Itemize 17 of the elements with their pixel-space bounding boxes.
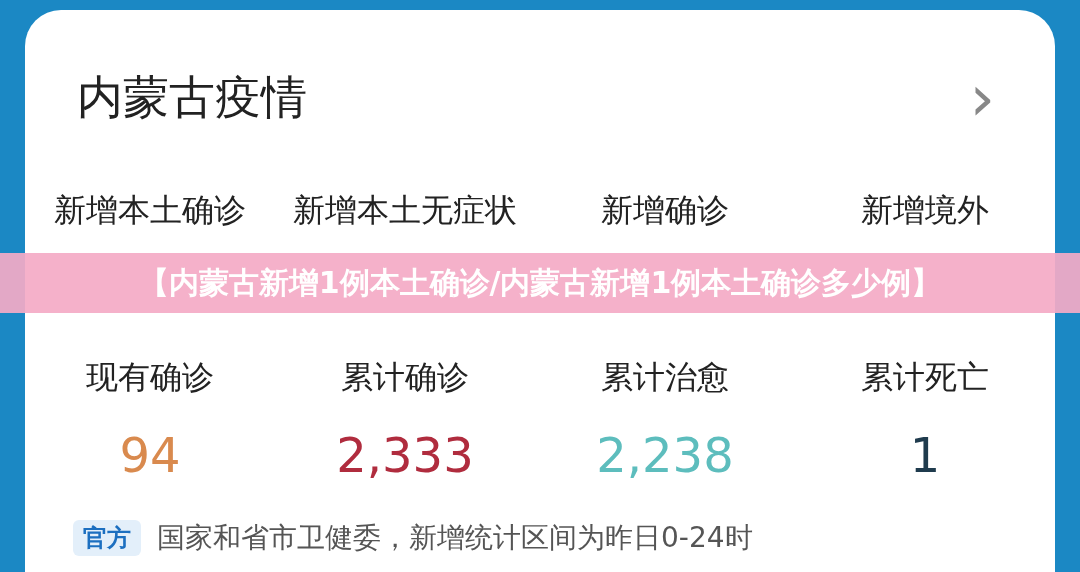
stat-label: 新增本土确诊: [53, 190, 247, 231]
source-badge: 官方: [73, 520, 141, 556]
stat-value: 94: [118, 427, 182, 483]
card-title: 内蒙古疫情: [77, 69, 307, 126]
stat-label: 新增确诊: [600, 190, 730, 231]
stat-value: 2,333: [335, 427, 475, 483]
stat-value: 2,238: [595, 427, 735, 483]
headline-banner: 【内蒙古新增1例本土确诊/内蒙古新增1例本土确诊多少例】: [0, 253, 1080, 313]
stat-value: 1: [908, 427, 942, 483]
stat-label: 新增本土无症状: [292, 190, 518, 231]
stat-label: 新增境外: [860, 190, 990, 231]
stat-label: 累计确诊: [340, 357, 470, 398]
chevron-icon[interactable]: ›: [969, 66, 995, 130]
stat-label: 累计死亡: [860, 357, 990, 398]
stat-label: 现有确诊: [85, 357, 215, 398]
stat-label: 累计治愈: [600, 357, 730, 398]
source-note: 国家和省市卫健委，新增统计区间为昨日0-24时: [157, 520, 753, 556]
